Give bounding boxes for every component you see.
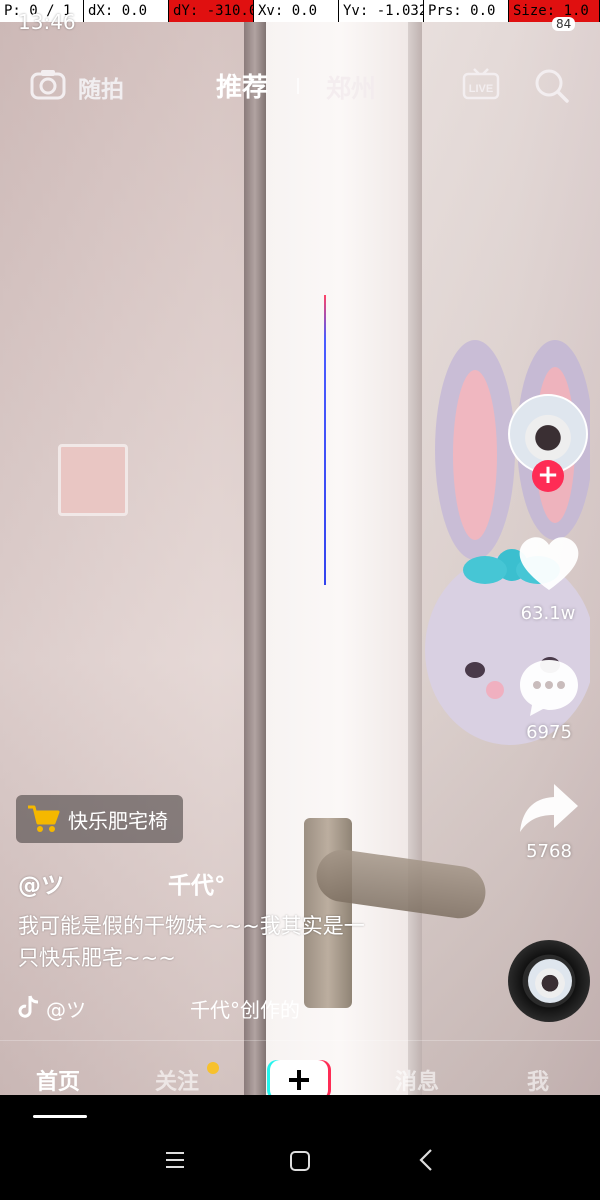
debug-dy: dY: -310.0	[169, 0, 254, 22]
tiktok-music-icon	[18, 995, 39, 1018]
tab-home[interactable]: 首页	[36, 1064, 80, 1096]
tab-profile[interactable]: 我	[527, 1064, 549, 1096]
pointer-location-overlay: P: 0 / 1 dX: 0.0 dY: -310.0 Xv: 0.0 Yv: …	[0, 0, 600, 22]
debug-xv: Xv: 0.0	[254, 0, 339, 22]
back-chevron-icon[interactable]	[418, 1148, 434, 1172]
battery-level: 84	[552, 17, 576, 31]
tab-recommended[interactable]: 推荐	[216, 67, 268, 104]
wall-sticker	[58, 444, 128, 516]
shop-label: 快乐肥宅椅	[68, 808, 168, 833]
caption-line-1: 我可能是假的干物妹~~~我其实是一	[18, 914, 365, 938]
debug-prs: Prs: 0.0	[424, 0, 509, 22]
tab-divider	[297, 78, 299, 94]
music-disc-avatar	[528, 959, 572, 1003]
comment-count: 6975	[526, 722, 572, 743]
comment-icon[interactable]	[516, 656, 582, 718]
like-count: 63.1w	[520, 603, 576, 624]
camera-label[interactable]: 随拍	[78, 70, 124, 104]
tab-local-city[interactable]: 郑州	[326, 69, 376, 105]
caption-line-2: 只快乐肥宅~~~	[18, 946, 176, 970]
active-tab-indicator	[33, 1115, 87, 1118]
status-time: 13:46	[18, 10, 76, 34]
debug-yv: Yv: -1.032	[339, 0, 424, 22]
touch-trace-line	[324, 295, 326, 585]
battery-icon: 84	[552, 16, 576, 32]
notification-dot	[207, 1062, 219, 1074]
share-arrow-icon[interactable]	[516, 780, 582, 838]
tab-messages[interactable]: 消息	[395, 1064, 439, 1096]
search-icon[interactable]	[532, 66, 570, 104]
music-credit-suffix[interactable]: 千代°创作的	[190, 994, 300, 1023]
shop-tag[interactable]: 快乐肥宅椅	[16, 795, 183, 843]
cart-icon	[28, 805, 60, 832]
android-nav-bar	[0, 1095, 600, 1200]
tabbar-divider	[0, 1040, 600, 1041]
home-square-icon[interactable]	[289, 1150, 311, 1172]
post-caption: 我可能是假的干物妹~~~我其实是一 只快乐肥宅~~~	[18, 910, 438, 974]
follow-plus-button[interactable]: +	[532, 460, 564, 492]
like-heart-icon[interactable]	[516, 534, 582, 594]
author-username-suffix[interactable]: 千代°	[168, 866, 226, 900]
svg-text:LIVE: LIVE	[469, 83, 493, 95]
tab-following[interactable]: 关注	[155, 1064, 199, 1096]
camera-icon[interactable]	[30, 68, 66, 100]
debug-dx: dX: 0.0	[84, 0, 169, 22]
live-icon[interactable]: LIVE	[462, 68, 500, 100]
recent-apps-icon[interactable]	[164, 1150, 186, 1170]
author-username[interactable]: @ツ	[18, 866, 64, 900]
music-credit-prefix[interactable]: @ツ	[46, 994, 86, 1023]
share-count: 5768	[526, 841, 572, 862]
